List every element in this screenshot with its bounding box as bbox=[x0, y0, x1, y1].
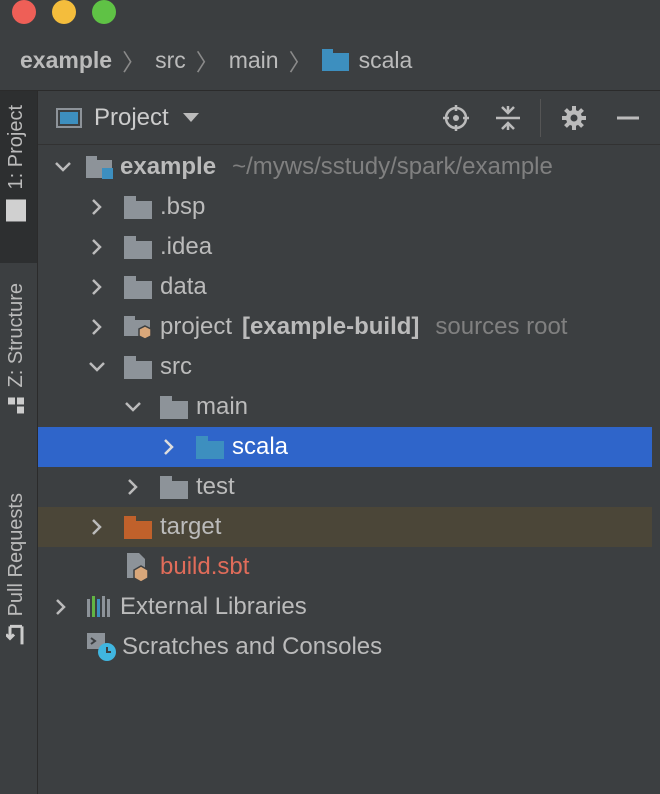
chevron-right-icon[interactable] bbox=[124, 478, 142, 496]
tree-label-bsp: .bsp bbox=[160, 193, 206, 220]
tree-node-build-sbt[interactable]: build.sbt bbox=[38, 547, 652, 587]
tab-pull-requests-label: Pull Requests bbox=[5, 493, 27, 617]
sbt-file-icon bbox=[124, 552, 154, 583]
chevron-down-icon[interactable] bbox=[182, 113, 199, 122]
folder-icon bbox=[321, 49, 349, 71]
project-panel-header: Project bbox=[38, 91, 660, 145]
chevron-right-icon[interactable] bbox=[88, 318, 106, 336]
tab-project[interactable]: 1: Project bbox=[5, 105, 28, 222]
collapse-all-icon bbox=[496, 105, 520, 130]
tree-node-scratches[interactable]: Scratches and Consoles bbox=[38, 627, 652, 667]
folder-icon bbox=[160, 395, 188, 419]
tree-label-main: main bbox=[196, 393, 249, 420]
tree-label-project: project bbox=[160, 313, 233, 340]
sbt-folder-icon bbox=[124, 314, 154, 340]
chevron-right-icon[interactable] bbox=[88, 198, 106, 216]
tree-node-bsp[interactable]: .bsp bbox=[38, 187, 652, 227]
tree-node-project[interactable]: project [example-build] sources root bbox=[38, 307, 652, 347]
close-window-button[interactable] bbox=[12, 0, 36, 24]
tree-node-data[interactable]: data bbox=[38, 267, 652, 307]
breadcrumb-item-scala[interactable]: scala bbox=[321, 46, 413, 74]
minimize-icon bbox=[617, 116, 639, 119]
chevron-right-icon[interactable] bbox=[88, 518, 106, 536]
breadcrumb-item-src[interactable]: src bbox=[155, 47, 186, 74]
tab-structure-label: Z: Structure bbox=[5, 283, 27, 388]
folder-icon bbox=[124, 195, 152, 219]
window-titlebar bbox=[0, 0, 660, 30]
module-folder-icon bbox=[86, 154, 114, 180]
project-view-icon bbox=[56, 107, 82, 128]
hide-panel-button[interactable] bbox=[610, 91, 646, 144]
source-folder-icon bbox=[196, 435, 224, 459]
toolbar-divider bbox=[540, 99, 541, 137]
tree-label-idea: .idea bbox=[160, 233, 213, 260]
tree-label-src: src bbox=[160, 353, 192, 380]
breadcrumb-item-example[interactable]: example bbox=[20, 47, 112, 74]
scratches-icon bbox=[86, 632, 118, 662]
minimize-window-button[interactable] bbox=[52, 0, 76, 24]
tree-node-test[interactable]: test bbox=[38, 467, 652, 507]
zoom-window-button[interactable] bbox=[92, 0, 116, 24]
folder-icon bbox=[124, 275, 152, 299]
chevron-right-icon[interactable] bbox=[88, 238, 106, 256]
library-icon bbox=[86, 595, 114, 619]
chevron-down-icon[interactable] bbox=[124, 398, 142, 416]
folder-icon bbox=[6, 199, 27, 222]
tree-node-src[interactable]: src bbox=[38, 347, 652, 387]
folder-icon bbox=[160, 475, 188, 499]
excluded-folder-icon bbox=[124, 515, 152, 539]
chevron-right-icon: 〉 bbox=[122, 49, 146, 75]
tab-pull-requests[interactable]: Pull Requests bbox=[4, 493, 28, 646]
navigation-breadcrumb: example 〉 src 〉 main 〉 scala bbox=[0, 30, 660, 91]
folder-icon bbox=[124, 355, 152, 379]
tree-label-example: example bbox=[120, 153, 217, 180]
tree-label-test: test bbox=[196, 473, 235, 500]
tree-node-scala[interactable]: scala bbox=[38, 427, 652, 467]
tree-module-project: [example-build] bbox=[242, 313, 420, 340]
chevron-right-icon: 〉 bbox=[195, 49, 219, 75]
tree-node-external-libraries[interactable]: External Libraries bbox=[38, 587, 652, 627]
project-tree: example ~/myws/sstudy/spark/example .bsp… bbox=[38, 147, 660, 794]
chevron-right-icon: 〉 bbox=[288, 49, 312, 75]
breadcrumb-label-scala: scala bbox=[358, 46, 413, 73]
tree-label-build-sbt: build.sbt bbox=[160, 553, 250, 580]
select-opened-file-button[interactable] bbox=[438, 91, 474, 144]
tab-project-label: 1: Project bbox=[5, 105, 27, 190]
tree-label-target: target bbox=[160, 513, 222, 540]
gear-icon bbox=[562, 105, 586, 130]
collapse-all-button[interactable] bbox=[490, 91, 526, 144]
breadcrumb-item-main[interactable]: main bbox=[229, 47, 279, 74]
tab-structure[interactable]: Z: Structure bbox=[5, 283, 28, 415]
tree-label-scala: scala bbox=[232, 433, 289, 460]
tree-node-idea[interactable]: .idea bbox=[38, 227, 652, 267]
crosshair-icon bbox=[443, 104, 469, 131]
tree-label-data: data bbox=[160, 273, 207, 300]
chevron-down-icon[interactable] bbox=[88, 358, 106, 376]
chevron-right-icon[interactable] bbox=[160, 438, 178, 456]
structure-icon bbox=[5, 395, 28, 415]
chevron-down-icon[interactable] bbox=[54, 158, 72, 176]
tree-node-target[interactable]: target bbox=[38, 507, 652, 547]
tree-node-example[interactable]: example ~/myws/sstudy/spark/example bbox=[38, 147, 652, 187]
panel-title[interactable]: Project bbox=[94, 104, 169, 132]
tree-label-scratches: Scratches and Consoles bbox=[122, 633, 383, 660]
settings-button[interactable] bbox=[556, 91, 592, 144]
tree-note-project: sources root bbox=[435, 313, 568, 340]
tree-node-main[interactable]: main bbox=[38, 387, 652, 427]
chevron-right-icon[interactable] bbox=[52, 598, 70, 616]
tree-path-example: ~/myws/sstudy/spark/example bbox=[232, 153, 553, 180]
chevron-right-icon[interactable] bbox=[88, 278, 106, 296]
pull-request-icon bbox=[4, 624, 28, 646]
folder-icon bbox=[124, 235, 152, 259]
tree-label-external-libraries: External Libraries bbox=[120, 593, 307, 620]
tool-window-strip: 1: Project Z: Structure Pull Requests bbox=[0, 91, 38, 794]
